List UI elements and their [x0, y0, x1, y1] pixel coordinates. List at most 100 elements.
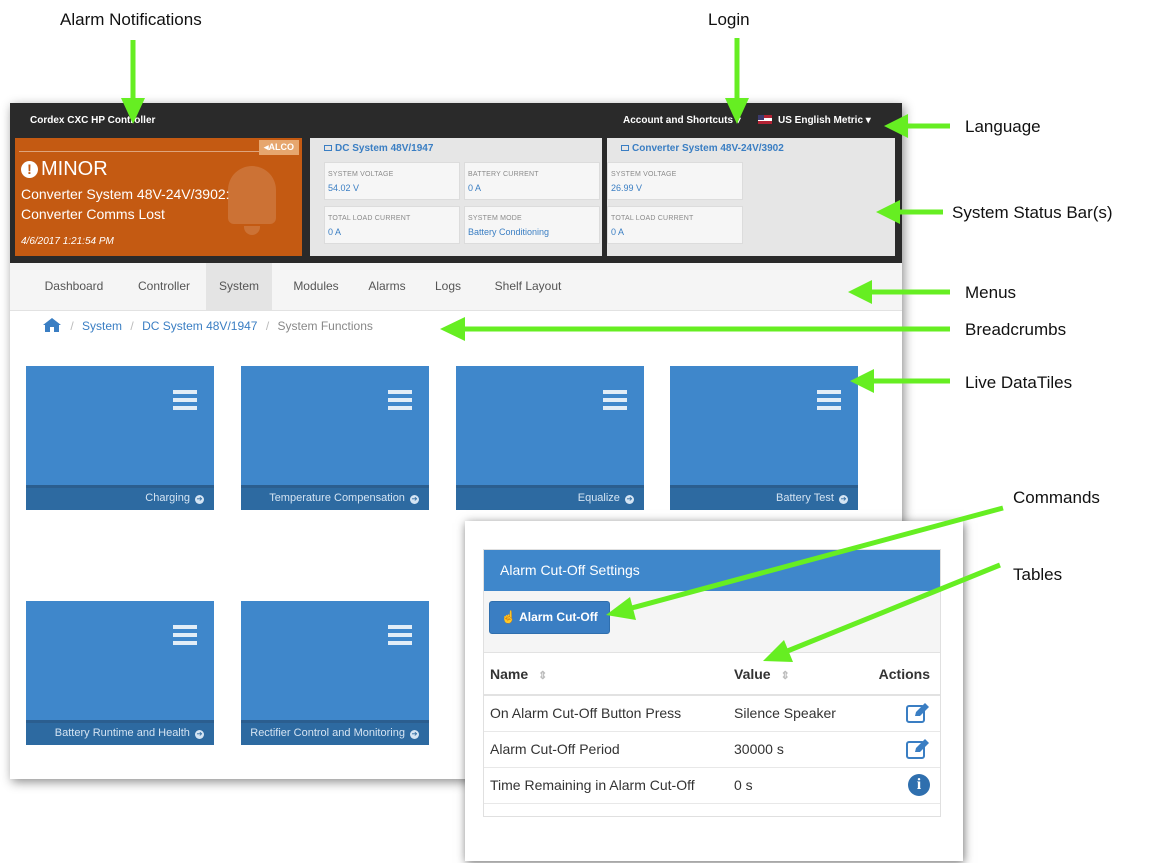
tile-footer[interactable]: Battery Test ➔ — [670, 485, 858, 510]
callout-live-datatiles: Live DataTiles — [965, 373, 1073, 392]
metric-label: TOTAL LOAD CURRENT — [611, 215, 694, 222]
column-header-name[interactable]: Name ⇕ — [484, 653, 728, 696]
alco-badge[interactable]: ◂ALCO — [258, 140, 299, 155]
breadcrumb-dc-system[interactable]: DC System 48V/1947 — [142, 319, 257, 333]
column-header-value[interactable]: Value ⇕ — [728, 653, 846, 696]
metric-label: SYSTEM MODE — [468, 215, 522, 222]
tile-charging[interactable]: Charging ➔ — [26, 366, 214, 510]
circle-arrow-icon: ➔ — [195, 495, 204, 504]
tile-battery-test[interactable]: Battery Test ➔ — [670, 366, 858, 510]
dc-system-panel: DC System 48V/1947 SYSTEM VOLTAGE 54.02 … — [310, 138, 602, 256]
tile-footer[interactable]: Rectifier Control and Monitoring ➔ — [241, 720, 429, 745]
metric-card: TOTAL LOAD CURRENT 0 A — [607, 206, 743, 244]
info-icon[interactable]: i — [908, 774, 930, 796]
alarm-cutoff-panel: Alarm Cut-Off Settings ☝ Alarm Cut-Off N… — [483, 549, 941, 817]
alarm-notification-tile[interactable]: ◂ALCO ! MINOR Converter System 48V-24V/39… — [15, 138, 302, 256]
language-menu[interactable]: US English Metric ▾ — [758, 115, 871, 126]
exclamation-icon: ! — [21, 161, 38, 178]
hamburger-menu-icon[interactable] — [603, 390, 627, 414]
callout-alarm-notifications: Alarm Notifications — [60, 10, 202, 29]
home-icon[interactable] — [42, 317, 62, 333]
us-flag-icon — [758, 115, 772, 124]
metric-value: 0 A — [611, 227, 625, 237]
metric-label: TOTAL LOAD CURRENT — [328, 215, 411, 222]
tile-footer[interactable]: Temperature Compensation ➔ — [241, 485, 429, 510]
chevron-down-icon: ▾ — [865, 115, 871, 126]
cell-name: Time Remaining in Alarm Cut-Off — [484, 767, 728, 804]
table-header-row: Name ⇕ Value ⇕ Actions — [484, 653, 940, 696]
tile-battery-runtime-and-health[interactable]: Battery Runtime and Health ➔ — [26, 601, 214, 745]
menu-alarms[interactable]: Alarms — [356, 263, 418, 310]
metric-card: SYSTEM MODE Battery Conditioning — [464, 206, 600, 244]
alarm-cutoff-button[interactable]: ☝ Alarm Cut-Off — [489, 601, 610, 634]
breadcrumb-system[interactable]: System — [82, 319, 122, 333]
cell-value: 0 s — [728, 767, 846, 804]
cell-value: 30000 s — [728, 731, 846, 768]
breadcrumb-separator: / — [265, 319, 270, 333]
alarm-severity: ! MINOR — [21, 158, 108, 181]
main-menu: Dashboard Controller System Modules Alar… — [10, 263, 902, 311]
tile-temperature-compensation[interactable]: Temperature Compensation ➔ — [241, 366, 429, 510]
breadcrumb-separator: / — [70, 319, 74, 333]
command-bar: ☝ Alarm Cut-Off — [484, 591, 940, 653]
breadcrumb: / System / DC System 48V/1947 / System F… — [42, 317, 373, 333]
callout-commands: Commands — [1013, 488, 1100, 507]
system-icon — [621, 145, 629, 151]
edit-icon[interactable] — [906, 738, 930, 760]
metric-card: SYSTEM VOLTAGE 54.02 V — [324, 162, 460, 200]
metric-card: SYSTEM VOLTAGE 26.99 V — [607, 162, 743, 200]
panel-title: Alarm Cut-Off Settings — [484, 550, 940, 591]
tile-equalize[interactable]: Equalize ➔ — [456, 366, 644, 510]
breadcrumb-current: System Functions — [277, 319, 373, 333]
callout-menus: Menus — [965, 283, 1017, 302]
tile-footer[interactable]: Equalize ➔ — [456, 485, 644, 510]
menu-system[interactable]: System — [206, 263, 272, 310]
menu-dashboard[interactable]: Dashboard — [30, 263, 118, 310]
callout-tables: Tables — [1013, 565, 1063, 584]
dc-system-link[interactable]: DC System 48V/1947 — [324, 143, 433, 154]
alarm-message-line2: Converter Comms Lost — [21, 206, 165, 222]
cell-name: Alarm Cut-Off Period — [484, 731, 728, 768]
metric-value: 0 A — [468, 183, 482, 193]
column-header-actions: Actions — [846, 653, 940, 696]
converter-system-link[interactable]: Converter System 48V-24V/3902 — [621, 143, 784, 154]
top-bar: Cordex CXC HP Controller Account and Sho… — [10, 103, 902, 136]
hamburger-menu-icon[interactable] — [173, 625, 197, 649]
circle-arrow-icon: ➔ — [195, 730, 204, 739]
hand-pointer-icon: ☝ — [501, 610, 517, 624]
tile-footer[interactable]: Charging ➔ — [26, 485, 214, 510]
account-shortcuts-menu[interactable]: Account and Shortcuts ▾ — [623, 115, 741, 126]
menu-shelf-layout[interactable]: Shelf Layout — [480, 263, 576, 310]
table-row: Time Remaining in Alarm Cut-Off 0 s i — [484, 767, 940, 804]
tile-rectifier-control-and-monitoring[interactable]: Rectifier Control and Monitoring ➔ — [241, 601, 429, 745]
callout-breadcrumbs: Breadcrumbs — [965, 320, 1067, 339]
breadcrumb-separator: / — [130, 319, 134, 333]
metric-label: BATTERY CURRENT — [468, 171, 539, 178]
divider — [19, 151, 266, 152]
system-status-bar: ◂ALCO ! MINOR Converter System 48V-24V/39… — [10, 136, 902, 263]
alarm-timestamp: 4/6/2017 1:21:54 PM — [21, 236, 114, 247]
hamburger-menu-icon[interactable] — [173, 390, 197, 414]
menu-modules[interactable]: Modules — [280, 263, 352, 310]
menu-logs[interactable]: Logs — [424, 263, 472, 310]
metric-card: BATTERY CURRENT 0 A — [464, 162, 600, 200]
tile-footer[interactable]: Battery Runtime and Health ➔ — [26, 720, 214, 745]
table-row: Alarm Cut-Off Period 30000 s — [484, 731, 940, 768]
hamburger-menu-icon[interactable] — [817, 390, 841, 414]
cell-actions: i — [846, 767, 940, 804]
callout-login: Login — [708, 10, 750, 29]
account-label: Account and Shortcuts — [623, 115, 734, 126]
converter-system-panel: Converter System 48V-24V/3902 SYSTEM VOL… — [607, 138, 895, 256]
menu-controller[interactable]: Controller — [120, 263, 208, 310]
circle-arrow-icon: ➔ — [839, 495, 848, 504]
callout-language: Language — [965, 117, 1041, 136]
metric-card: TOTAL LOAD CURRENT 0 A — [324, 206, 460, 244]
hamburger-menu-icon[interactable] — [388, 390, 412, 414]
cell-actions — [846, 731, 940, 768]
edit-icon[interactable] — [906, 702, 930, 724]
metric-value: Battery Conditioning — [468, 227, 550, 237]
hamburger-menu-icon[interactable] — [388, 625, 412, 649]
chevron-down-icon: ▾ — [735, 115, 741, 126]
metric-value: 26.99 V — [611, 183, 643, 193]
metric-label: SYSTEM VOLTAGE — [328, 171, 394, 178]
